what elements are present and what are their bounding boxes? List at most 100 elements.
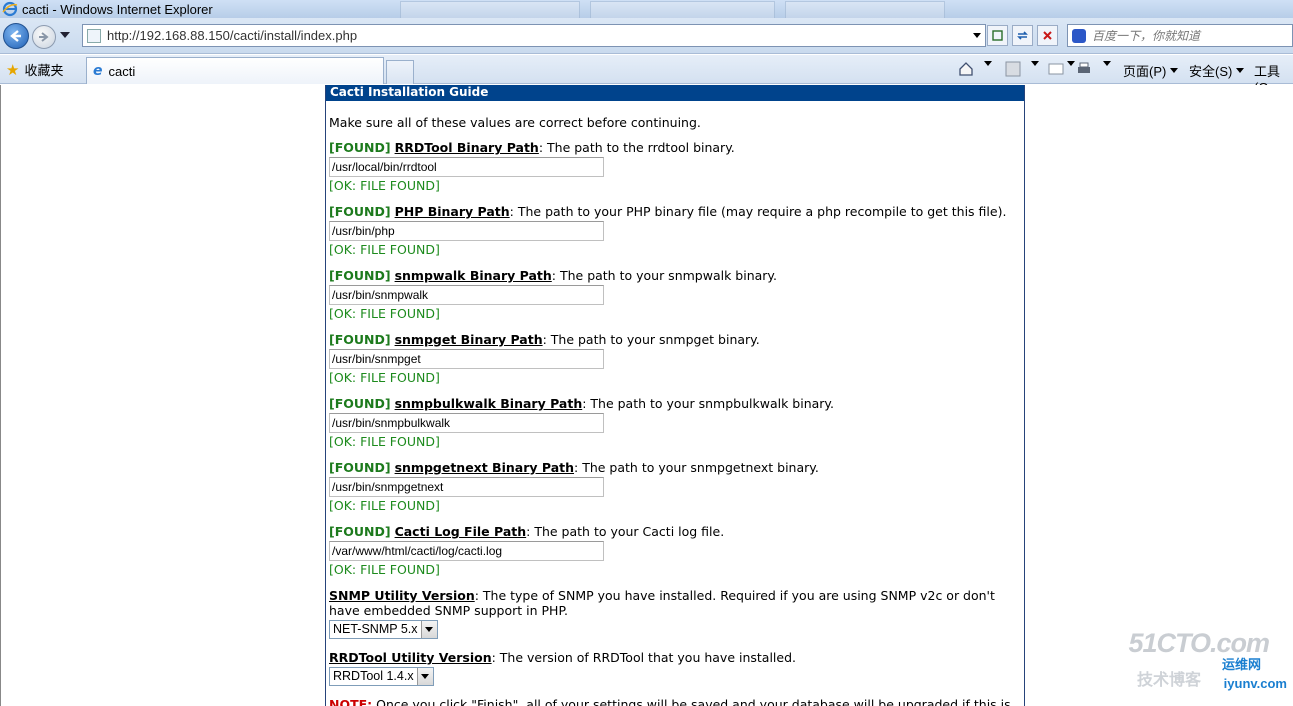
found-tag: [FOUND] [329,524,391,539]
page-viewport: Cacti Installation Guide Make sure all o… [0,85,1293,706]
path-input[interactable]: /usr/bin/snmpbulkwalk [329,413,604,433]
ie-page-icon: e [93,63,103,79]
home-dropdown[interactable] [980,61,992,66]
path-label: PHP Binary Path [394,204,510,219]
path-description: : The path to the rrdtool binary. [538,140,735,155]
snmp-version-text: SNMP Utility Version: The type of SNMP y… [329,588,1021,618]
star-icon: ★ [6,61,20,79]
path-label: snmpbulkwalk Binary Path [394,396,583,411]
path-description: : The path to your snmpgetnext binary. [574,460,819,475]
refresh-button[interactable] [1012,25,1033,46]
binary-path-item: [FOUND] snmpbulkwalk Binary Path: The pa… [329,396,1021,449]
ok-status: [OK: FILE FOUND] [329,242,440,257]
window-title-bar: cacti - Windows Internet Explorer [0,0,1293,18]
ok-status: [OK: FILE FOUND] [329,562,440,577]
new-tab-button[interactable] [386,60,414,84]
path-input[interactable]: /usr/bin/snmpwalk [329,285,604,305]
setting-label: SNMP Utility Version [329,588,475,603]
path-input[interactable]: /usr/local/bin/rrdtool [329,157,604,177]
path-item-text: [FOUND] PHP Binary Path: The path to you… [329,204,1021,219]
path-description: : The path to your snmpget binary. [542,332,760,347]
tab-bar: ★ 收藏夹 e cacti 页面(P) 安全(S) 工具(O [0,55,1293,95]
rrdtool-version-select[interactable]: RRDTool 1.4.x [329,667,434,686]
binary-path-item: [FOUND] snmpget Binary Path: The path to… [329,332,1021,385]
path-input[interactable]: /usr/bin/snmpgetnext [329,477,604,497]
path-item-text: [FOUND] snmpgetnext Binary Path: The pat… [329,460,1021,475]
path-label: Cacti Log File Path [394,524,527,539]
binary-path-item: [FOUND] snmpwalk Binary Path: The path t… [329,268,1021,321]
search-placeholder[interactable]: 百度一下，你就知道 [1092,27,1200,44]
watermark: 51CTO.com 运维网 技术博客 iyunv.com [1128,628,1287,698]
ie-logo-icon [2,1,18,17]
path-description: : The path to your Cacti log file. [526,524,725,539]
select-value: NET-SNMP 5.x [333,622,418,636]
chevron-down-icon[interactable] [416,668,433,685]
snmp-version-select[interactable]: NET-SNMP 5.x [329,620,438,639]
arrow-right-icon [39,32,49,42]
binary-path-item: [FOUND] PHP Binary Path: The path to you… [329,204,1021,257]
found-tag: [FOUND] [329,396,391,411]
path-item-text: [FOUND] RRDTool Binary Path: The path to… [329,140,1021,155]
note-label: NOTE: [329,697,373,706]
path-label: snmpget Binary Path [394,332,543,347]
guide-intro: Make sure all of these values are correc… [329,115,701,130]
favorites-label: 收藏夹 [24,63,64,78]
found-tag: [FOUND] [329,268,391,283]
recent-pages-dropdown[interactable] [60,32,70,38]
feeds-icon[interactable] [1005,61,1021,77]
path-item-text: [FOUND] Cacti Log File Path: The path to… [329,524,1021,539]
mail-icon[interactable] [1048,61,1064,77]
page-menu[interactable]: 页面(P) [1123,61,1179,80]
ok-status: [OK: FILE FOUND] [329,178,440,193]
search-box[interactable]: 百度一下，你就知道 [1067,24,1293,47]
path-input[interactable]: /var/www/html/cacti/log/cacti.log [329,541,604,561]
setting-description: : The version of RRDTool that you have i… [491,650,796,665]
ok-status: [OK: FILE FOUND] [329,434,440,449]
refresh-icon [1017,31,1028,40]
watermark-line: iyunv.com [1223,676,1287,691]
binary-path-item: [FOUND] RRDTool Binary Path: The path to… [329,140,1021,193]
navigation-bar: http://192.168.88.150/cacti/install/inde… [0,18,1293,54]
finish-note: NOTE: Once you click "Finish", all of yo… [329,697,1021,706]
path-item-text: [FOUND] snmpwalk Binary Path: The path t… [329,268,1021,283]
found-tag: [FOUND] [329,332,391,347]
install-guide-panel: Cacti Installation Guide Make sure all o… [325,85,1025,706]
address-url[interactable]: http://192.168.88.150/cacti/install/inde… [107,28,357,43]
binary-path-item: [FOUND] Cacti Log File Path: The path to… [329,524,1021,577]
print-dropdown[interactable] [1099,61,1111,66]
safety-menu[interactable]: 安全(S) [1189,61,1245,80]
home-icon[interactable] [958,61,974,77]
ok-status: [OK: FILE FOUND] [329,306,440,321]
tab-cacti[interactable]: e cacti [86,57,384,84]
binary-path-item: [FOUND] snmpgetnext Binary Path: The pat… [329,460,1021,513]
arrow-left-icon [10,30,21,42]
path-input[interactable]: /usr/bin/php [329,221,604,241]
found-tag: [FOUND] [329,204,391,219]
path-label: RRDTool Binary Path [394,140,539,155]
path-description: : The path to your PHP binary file (may … [509,204,1007,219]
compatibility-icon [992,30,1003,41]
found-tag: [FOUND] [329,140,391,155]
address-bar[interactable]: http://192.168.88.150/cacti/install/inde… [82,24,986,47]
background-tab [400,1,580,18]
path-item-text: [FOUND] snmpbulkwalk Binary Path: The pa… [329,396,1021,411]
background-tab [785,1,945,18]
path-description: : The path to your snmpbulkwalk binary. [582,396,835,411]
compatibility-view-button[interactable] [987,25,1008,46]
feeds-dropdown[interactable] [1027,61,1039,66]
watermark-line: 技术博客 [1137,670,1202,689]
back-button[interactable] [3,23,29,49]
page-icon [87,28,101,43]
path-item-text: [FOUND] snmpget Binary Path: The path to… [329,332,1021,347]
address-dropdown-icon[interactable] [973,33,981,38]
path-input[interactable]: /usr/bin/snmpget [329,349,604,369]
print-icon[interactable] [1076,61,1092,77]
forward-button[interactable] [32,25,56,49]
chevron-down-icon[interactable] [420,621,437,638]
found-tag: [FOUND] [329,460,391,475]
mail-dropdown[interactable] [1063,61,1075,66]
setting-label: RRDTool Utility Version [329,650,492,665]
rrdtool-version-text: RRDTool Utility Version: The version of … [329,650,1021,665]
stop-button[interactable] [1037,25,1058,46]
favorites-button[interactable]: ★ 收藏夹 [6,60,63,79]
